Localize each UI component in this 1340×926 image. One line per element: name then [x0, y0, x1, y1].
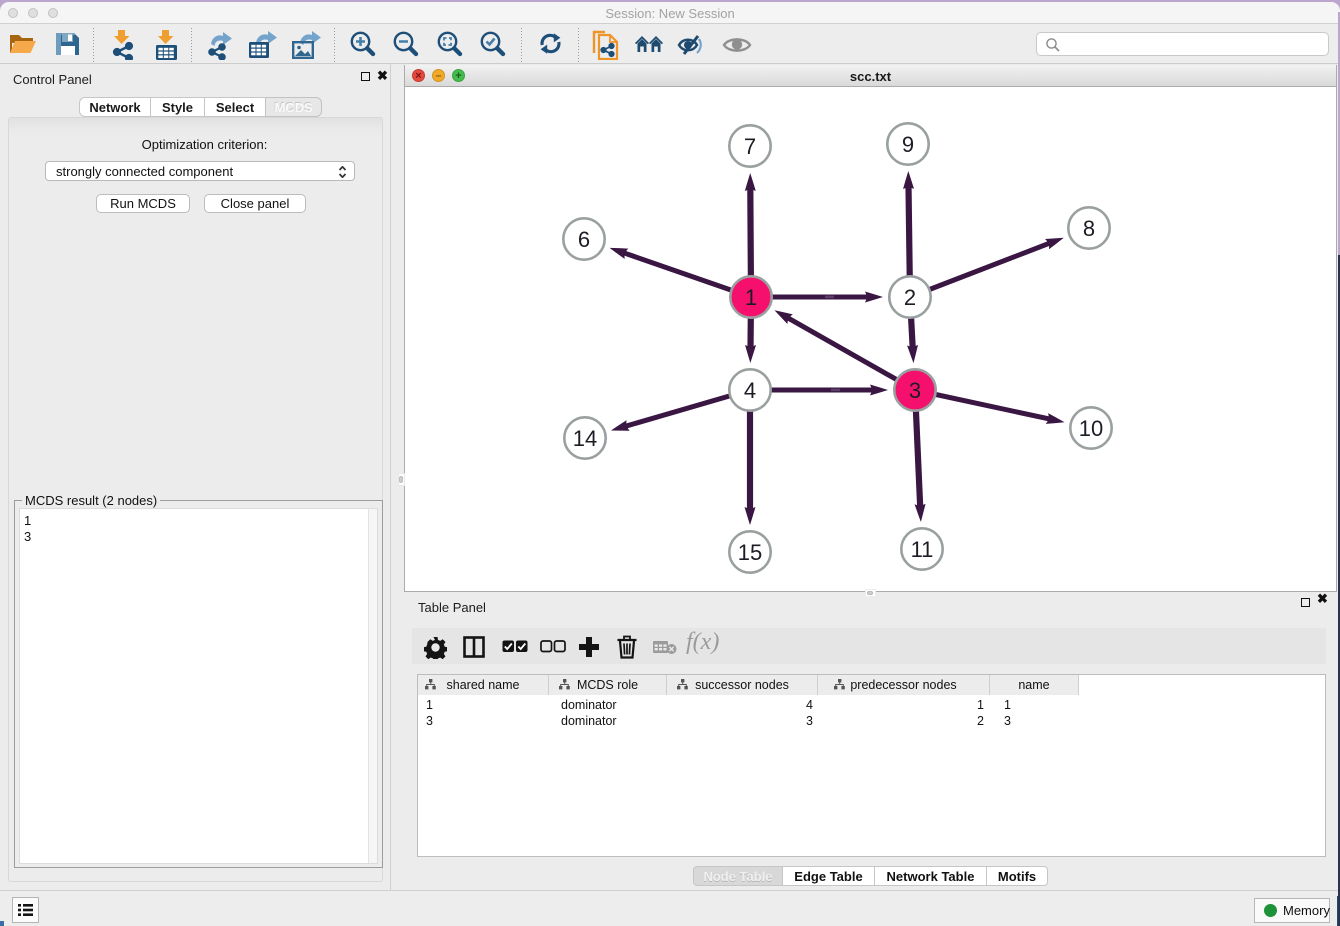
svg-text:6: 6: [578, 227, 590, 252]
svg-text:4: 4: [744, 378, 756, 403]
svg-text:3: 3: [909, 378, 921, 403]
svg-text:1: 1: [745, 285, 757, 310]
svg-text:11: 11: [911, 537, 934, 562]
svg-text:10: 10: [1079, 416, 1103, 441]
svg-text:9: 9: [902, 132, 914, 157]
svg-text:2: 2: [904, 285, 916, 310]
svg-text:15: 15: [738, 540, 762, 565]
svg-text:8: 8: [1083, 216, 1095, 241]
svg-text:14: 14: [573, 426, 597, 451]
svg-text:7: 7: [744, 134, 756, 159]
